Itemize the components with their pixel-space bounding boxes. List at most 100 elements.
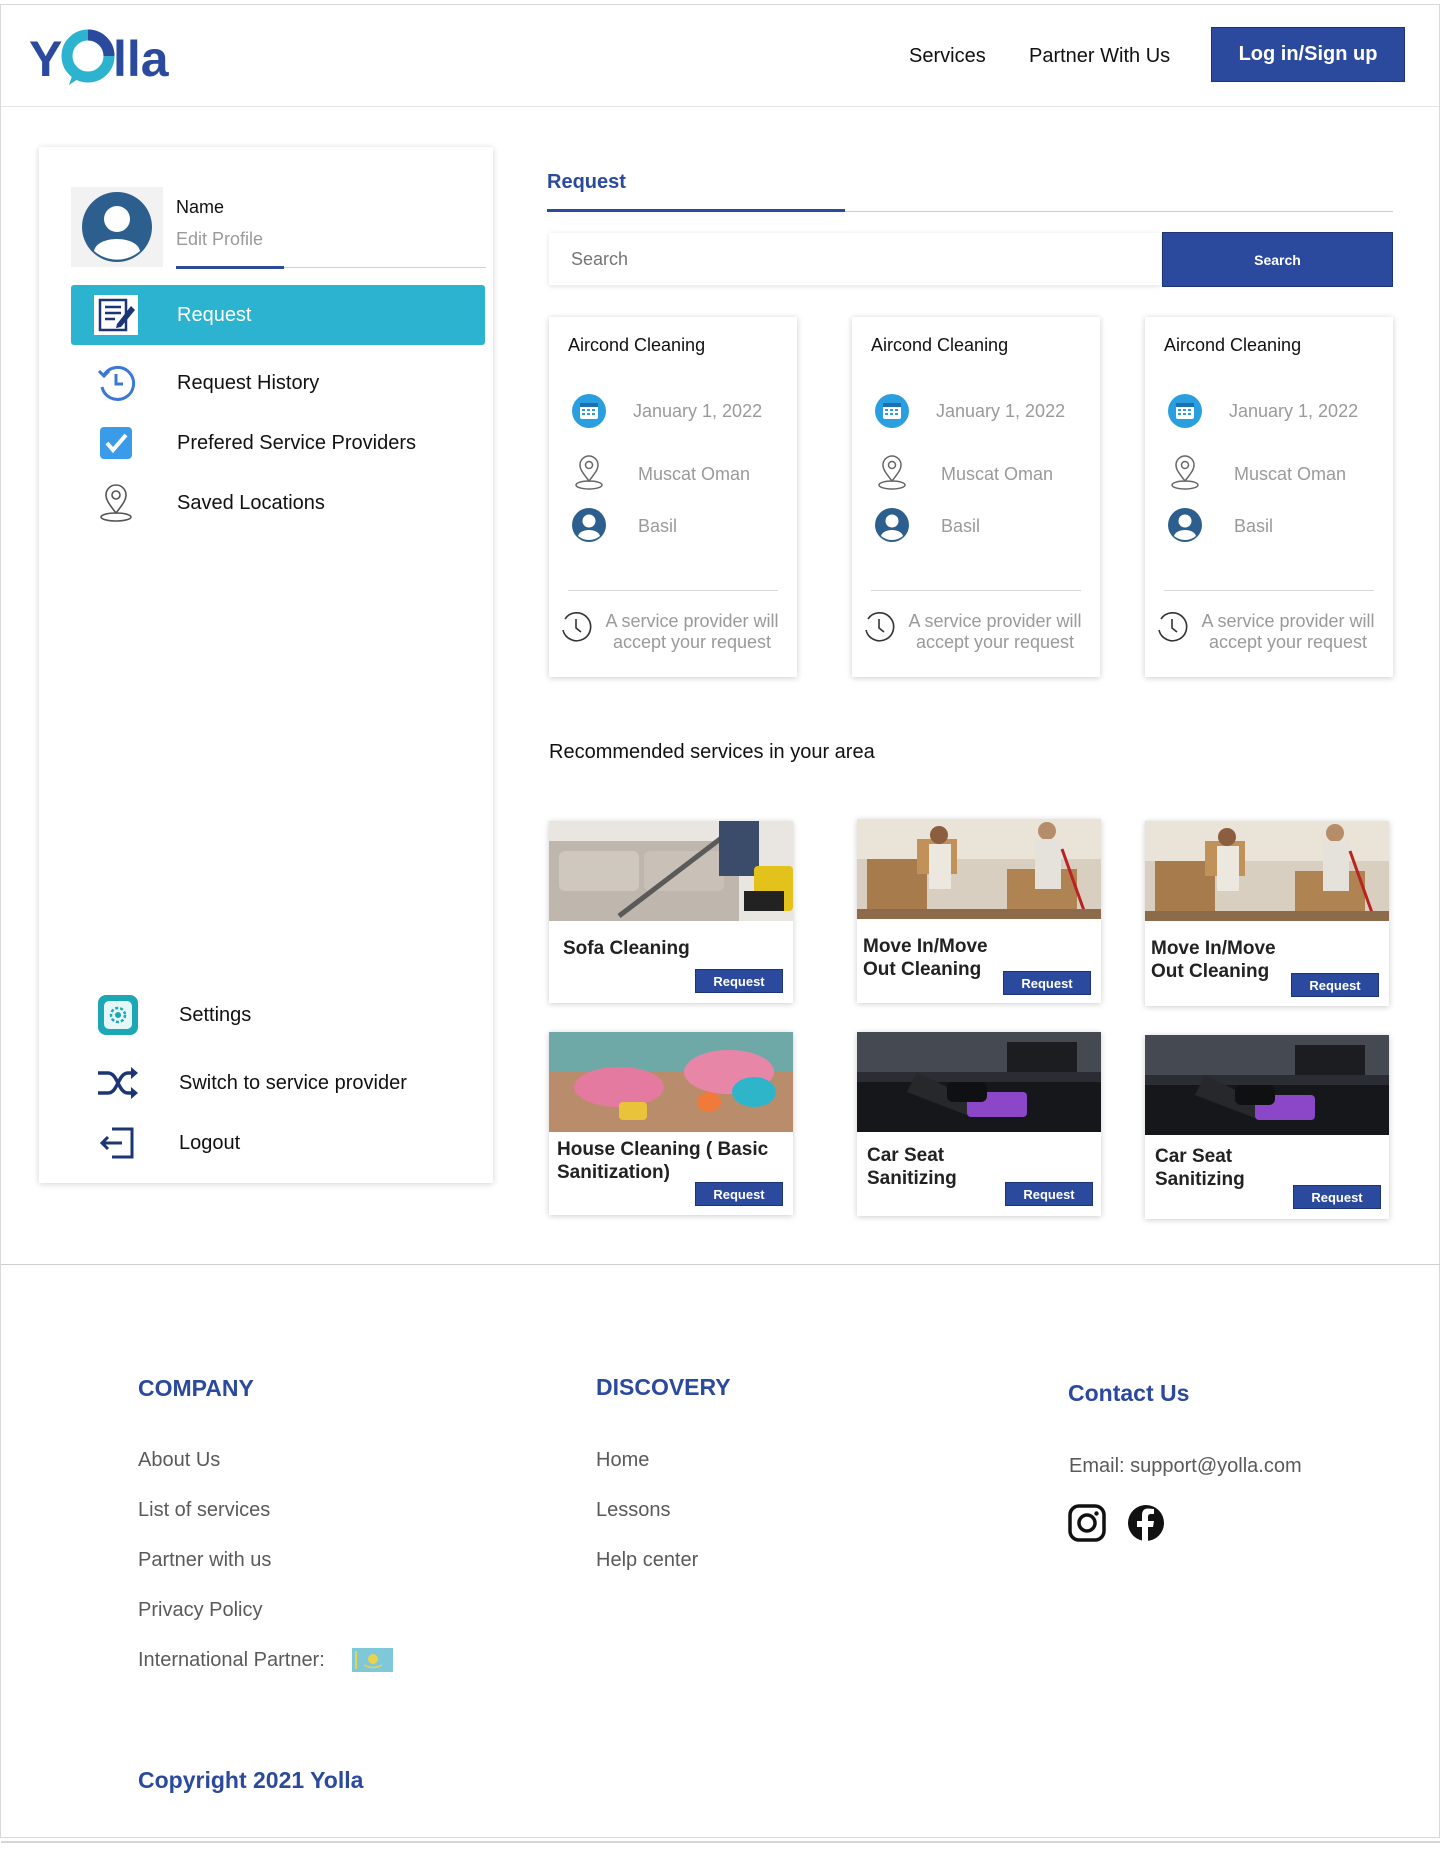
history-icon — [93, 360, 139, 406]
footer-link-privacy[interactable]: Privacy Policy — [138, 1599, 262, 1622]
profile-name: Name — [176, 197, 225, 217]
sidebar: Name Edit Profile Request Request Histor… — [39, 147, 493, 1183]
service-name: Car Seat Sanitizing — [867, 1145, 957, 1189]
sidebar-item-request[interactable]: Request — [71, 285, 485, 345]
service-card[interactable]: House Cleaning ( Basic Sanitization) Req… — [549, 1032, 793, 1215]
request-title: Aircond Cleaning — [871, 335, 1009, 355]
checkbox-icon — [93, 420, 139, 466]
footer-link-help[interactable]: Help center — [596, 1549, 698, 1572]
request-person: Basil — [638, 516, 678, 536]
footer-international-partner: International Partner: — [138, 1649, 325, 1671]
request-service-button[interactable]: Request — [695, 969, 783, 993]
service-card[interactable]: Move In/Move Out Cleaning Request — [1145, 821, 1389, 1006]
profile-divider-active — [176, 266, 284, 269]
request-card[interactable]: Aircond Cleaning January 1, 2022 Muscat … — [1145, 317, 1393, 677]
bottom-divider — [1, 1841, 1440, 1843]
card-divider — [1164, 590, 1374, 591]
sidebar-item-label: Prefered Service Providers — [177, 431, 416, 454]
service-card[interactable]: Move In/Move Out Cleaning Request — [857, 819, 1101, 1003]
logout-icon — [95, 1120, 141, 1166]
sidebar-item-label: Saved Locations — [177, 491, 325, 514]
service-card[interactable]: Sofa Cleaning Request — [549, 821, 793, 1003]
sidebar-item-request-history[interactable]: Request History — [71, 353, 485, 413]
service-name: Car Seat Sanitizing — [1155, 1146, 1245, 1190]
car-seat-photo — [857, 1032, 1101, 1132]
user-avatar-icon — [571, 507, 607, 543]
footer-contact-email[interactable]: Email: support@yolla.com — [1069, 1455, 1302, 1478]
request-service-button[interactable]: Request — [1291, 973, 1379, 997]
avatar[interactable] — [71, 187, 163, 267]
request-service-button[interactable]: Request — [695, 1182, 783, 1206]
service-name: Move In/Move Out Cleaning — [1151, 938, 1276, 982]
footer-link-services[interactable]: List of services — [138, 1499, 270, 1522]
sidebar-item-settings[interactable]: Settings — [71, 985, 485, 1045]
footer-link-lessons[interactable]: Lessons — [596, 1499, 671, 1522]
moving-boxes-photo — [857, 819, 1101, 919]
tab-request[interactable]: Request — [547, 171, 626, 194]
sidebar-item-preferred-providers[interactable]: Prefered Service Providers — [71, 413, 485, 473]
user-avatar-icon — [1167, 507, 1203, 543]
location-pin-icon — [874, 455, 910, 491]
request-service-button[interactable]: Request — [1003, 971, 1091, 995]
request-status: A service provider will accept your requ… — [1201, 611, 1375, 652]
page-frame: Y lla Services Partner With Us Log in/Si… — [0, 4, 1440, 1843]
settings-icon — [95, 992, 141, 1038]
recommended-heading: Recommended services in your area — [549, 741, 875, 763]
calendar-icon — [874, 393, 910, 429]
clock-icon — [1158, 612, 1188, 642]
edit-profile-link[interactable]: Edit Profile — [176, 229, 263, 250]
request-date: January 1, 2022 — [936, 401, 1066, 421]
location-pin-icon — [571, 455, 607, 491]
service-card[interactable]: Car Seat Sanitizing Request — [1145, 1035, 1389, 1219]
svg-text:Y: Y — [29, 31, 62, 87]
facebook-icon[interactable] — [1127, 1504, 1165, 1542]
request-card[interactable]: Aircond Cleaning January 1, 2022 Muscat … — [549, 317, 797, 677]
request-card[interactable]: Aircond Cleaning January 1, 2022 Muscat … — [852, 317, 1100, 677]
search-button[interactable]: Search — [1162, 232, 1393, 287]
login-signup-button[interactable]: Log in/Sign up — [1211, 27, 1405, 82]
request-location: Muscat Oman — [1234, 464, 1347, 484]
nav-partner-link[interactable]: Partner With Us — [1029, 45, 1170, 68]
yolla-logo[interactable]: Y lla — [29, 23, 189, 89]
card-divider — [871, 590, 1081, 591]
kazakhstan-flag-icon[interactable] — [352, 1648, 393, 1672]
sidebar-item-saved-locations[interactable]: Saved Locations — [71, 473, 485, 533]
footer-link-partner[interactable]: Partner with us — [138, 1549, 271, 1572]
sidebar-item-label: Logout — [179, 1131, 241, 1154]
search-input[interactable] — [549, 233, 1161, 285]
footer-link-home[interactable]: Home — [596, 1449, 649, 1472]
request-title: Aircond Cleaning — [1164, 335, 1302, 355]
sidebar-item-label: Request — [177, 303, 252, 326]
car-seat-photo — [1145, 1035, 1389, 1135]
request-service-button[interactable]: Request — [1005, 1182, 1093, 1206]
sidebar-item-label: Switch to service provider — [179, 1071, 407, 1094]
location-pin-icon — [1167, 455, 1203, 491]
request-form-icon — [93, 292, 139, 338]
instagram-icon[interactable] — [1068, 1504, 1106, 1542]
shuffle-icon — [95, 1060, 141, 1106]
request-date: January 1, 2022 — [1229, 401, 1359, 421]
house-cleaning-photo — [549, 1032, 793, 1132]
clock-icon — [562, 612, 592, 642]
card-divider — [568, 590, 778, 591]
sidebar-item-logout[interactable]: Logout — [71, 1113, 485, 1173]
sidebar-item-switch-provider[interactable]: Switch to service provider — [71, 1053, 485, 1113]
user-avatar-icon — [874, 507, 910, 543]
sidebar-item-label: Request History — [177, 371, 320, 394]
request-location: Muscat Oman — [638, 464, 751, 484]
sidebar-item-label: Settings — [179, 1003, 252, 1026]
sofa-cleaning-photo — [549, 821, 793, 921]
calendar-icon — [1167, 393, 1203, 429]
clock-icon — [865, 612, 895, 642]
request-service-button[interactable]: Request — [1293, 1185, 1381, 1209]
footer-link-about[interactable]: About Us — [138, 1449, 220, 1472]
footer-discovery-title: DISCOVERY — [596, 1374, 731, 1400]
request-title: Aircond Cleaning — [568, 335, 706, 355]
footer-divider — [1, 1264, 1440, 1265]
footer-company-title: COMPANY — [138, 1375, 254, 1401]
request-person: Basil — [1234, 516, 1274, 536]
nav-services-link[interactable]: Services — [909, 45, 986, 68]
calendar-icon — [571, 393, 607, 429]
request-status: A service provider will accept your requ… — [605, 611, 779, 652]
service-card[interactable]: Car Seat Sanitizing Request — [857, 1032, 1101, 1216]
